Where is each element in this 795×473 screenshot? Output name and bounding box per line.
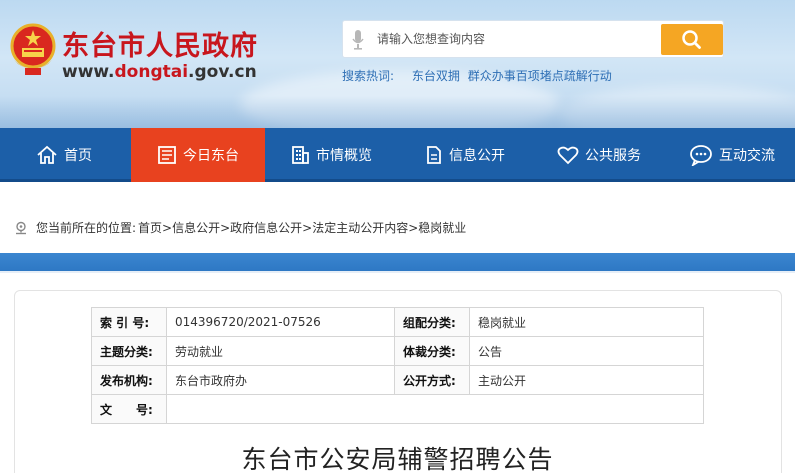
category-label: 组配分类: xyxy=(394,307,470,337)
breadcrumb-path[interactable]: 首页>信息公开>政府信息公开>法定主动公开内容>稳岗就业 xyxy=(138,219,466,236)
nav-item-info-disclosure[interactable]: 信息公开 xyxy=(425,128,505,182)
nav-label: 市情概览 xyxy=(316,148,372,164)
site-header: 东台市人民政府 www.dongtai.gov.cn 搜索热词: 东台双拥 群众… xyxy=(0,0,795,128)
search-input[interactable] xyxy=(377,27,657,51)
category-value: 稳岗就业 xyxy=(469,307,704,337)
location-pin-icon xyxy=(16,221,26,234)
hot-search: 搜索热词: 东台双拥 群众办事百项堵点疏解行动 xyxy=(342,67,626,84)
nav-item-public-service[interactable]: 公共服务 xyxy=(557,128,641,182)
main-nav: 首页 今日东台 市情概览 信息公开 公共服务 互动交流 xyxy=(0,128,795,182)
nav-item-city-overview[interactable]: 市情概览 xyxy=(290,128,372,182)
breadcrumb: 您当前所在的位置: 首页>信息公开>政府信息公开>法定主动公开内容>稳岗就业 xyxy=(14,219,466,236)
article-title: 东台市公安局辅警招聘公告 xyxy=(241,445,554,473)
site-url: www.dongtai.gov.cn xyxy=(62,62,257,82)
url-highlight: dongtai xyxy=(114,62,189,82)
site-title[interactable]: 东台市人民政府 xyxy=(62,24,258,63)
nav-label: 首页 xyxy=(64,148,92,164)
nav-label: 公共服务 xyxy=(585,148,641,164)
nav-item-today[interactable]: 今日东台 xyxy=(131,128,265,182)
section-divider xyxy=(0,253,795,273)
genre-value: 公告 xyxy=(469,336,704,366)
docno-label: 文 号: xyxy=(91,394,167,424)
national-emblem-icon[interactable] xyxy=(8,20,58,80)
hot-search-term[interactable]: 群众办事百项堵点疏解行动 xyxy=(468,69,612,83)
nav-label: 互动交流 xyxy=(719,148,775,164)
breadcrumb-prefix: 您当前所在的位置: xyxy=(36,221,137,235)
home-icon xyxy=(37,145,57,164)
disclosure-value: 主动公开 xyxy=(469,365,704,395)
document-icon xyxy=(427,146,441,164)
publisher-label: 发布机构: xyxy=(91,365,167,395)
table-row: 索 引 号: 014396720/2021-07526 组配分类: 稳岗就业 xyxy=(91,307,704,337)
metadata-table: 索 引 号: 014396720/2021-07526 组配分类: 稳岗就业 主… xyxy=(91,307,704,424)
publisher-value: 东台市政府办 xyxy=(166,365,395,395)
header-decoration xyxy=(0,96,795,128)
chat-icon xyxy=(690,145,712,166)
search-button[interactable] xyxy=(661,24,723,55)
heart-icon xyxy=(557,146,579,165)
index-value: 014396720/2021-07526 xyxy=(166,307,395,337)
nav-label: 信息公开 xyxy=(449,148,505,164)
newspaper-icon xyxy=(158,146,176,164)
building-icon xyxy=(292,146,309,164)
disclosure-label: 公开方式: xyxy=(394,365,470,395)
topic-value: 劳动就业 xyxy=(166,336,395,366)
nav-item-home[interactable]: 首页 xyxy=(36,128,92,182)
table-row: 主题分类: 劳动就业 体裁分类: 公告 xyxy=(91,336,704,366)
nav-item-interaction[interactable]: 互动交流 xyxy=(689,128,775,182)
url-prefix: www. xyxy=(62,62,115,82)
index-label: 索 引 号: xyxy=(91,307,167,337)
search-box xyxy=(342,20,724,58)
hot-search-label: 搜索热词: xyxy=(342,69,395,83)
search-icon xyxy=(682,30,701,49)
breadcrumb-bar: 您当前所在的位置: 首页>信息公开>政府信息公开>法定主动公开内容>稳岗就业 xyxy=(0,185,795,253)
table-row: 文 号: xyxy=(91,394,704,424)
url-suffix: .gov.cn xyxy=(188,62,257,82)
genre-label: 体裁分类: xyxy=(394,336,470,366)
table-row: 发布机构: 东台市政府办 公开方式: 主动公开 xyxy=(91,365,704,395)
hot-search-term[interactable]: 东台双拥 xyxy=(412,69,460,83)
docno-value xyxy=(166,394,704,424)
microphone-icon[interactable] xyxy=(351,29,365,51)
topic-label: 主题分类: xyxy=(91,336,167,366)
nav-label: 今日东台 xyxy=(183,148,239,164)
